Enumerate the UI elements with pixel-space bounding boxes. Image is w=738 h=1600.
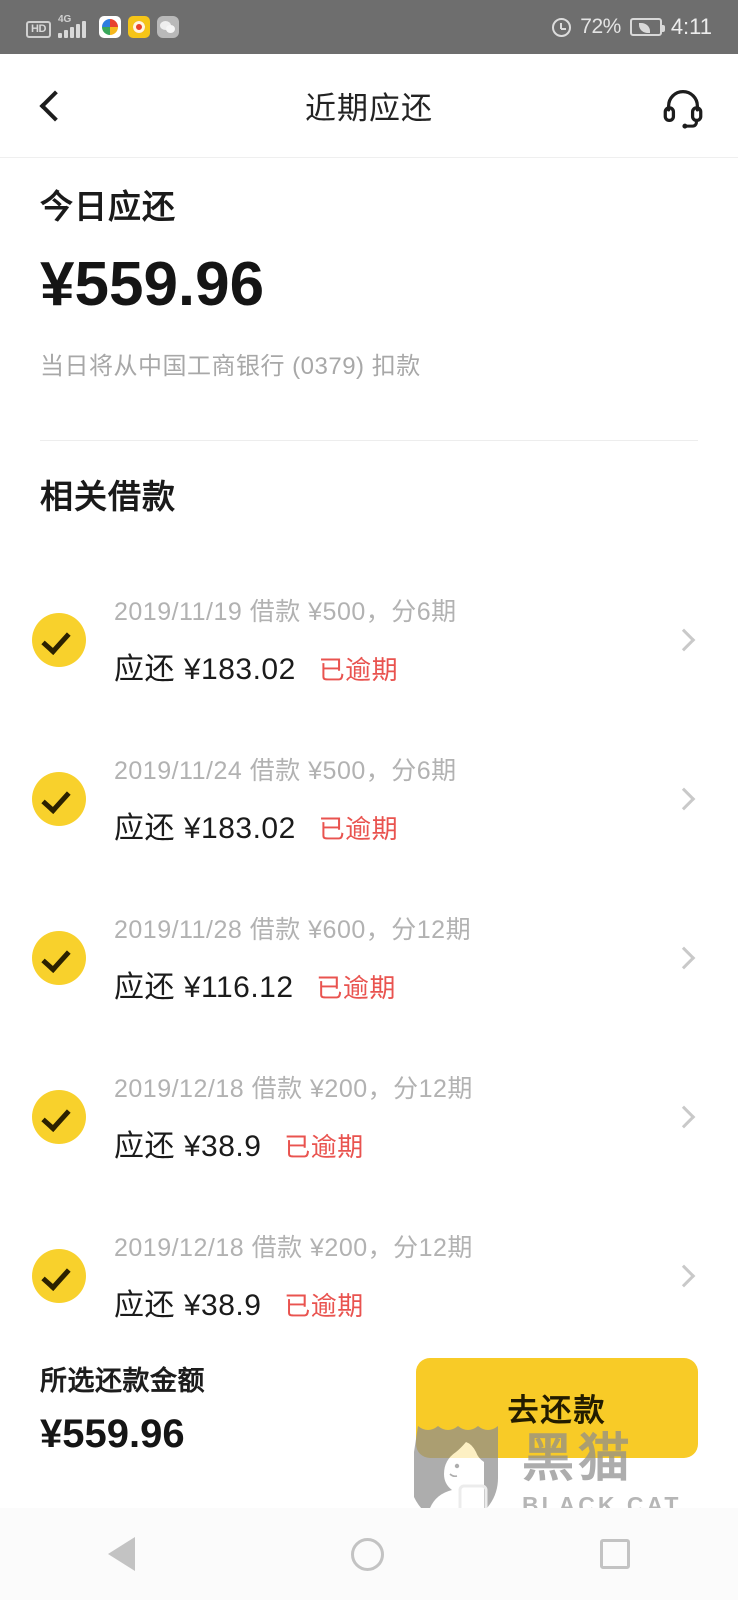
- loan-text: 2019/12/18 借款 ¥200，分12期 应还 ¥38.9 已逾期: [114, 1069, 676, 1165]
- status-bar: HD 4G 72% 4:11: [0, 0, 738, 54]
- chevron-right-icon[interactable]: [672, 946, 696, 969]
- list-item[interactable]: 2019/11/19 借款 ¥500，分6期 应还 ¥183.02 已逾期: [0, 560, 738, 719]
- today-due-block: 今日应还 ¥559.96 当日将从中国工商银行 (0379) 扣款: [0, 180, 738, 381]
- status-badge: 已逾期: [284, 1290, 364, 1321]
- loan-checkbox[interactable]: [32, 930, 86, 985]
- nav-recent-icon[interactable]: [600, 1539, 630, 1569]
- chevron-left-icon: [39, 89, 71, 122]
- loan-due-amount: 应还 ¥183.02: [114, 811, 296, 845]
- loan-text: 2019/12/18 借款 ¥200，分12期 应还 ¥38.9 已逾期: [114, 1228, 676, 1324]
- hd-icon: HD: [26, 21, 51, 38]
- network-type-label: 4G: [58, 14, 72, 25]
- deduction-note: 当日将从中国工商银行 (0379) 扣款: [40, 353, 421, 380]
- status-bar-right: 72% 4:11: [552, 14, 712, 40]
- loan-due-row: 应还 ¥38.9 已逾期: [114, 1280, 676, 1324]
- loan-due-row: 应还 ¥38.9 已逾期: [114, 1121, 676, 1165]
- loan-meta: 2019/11/24 借款 ¥500，分6期: [114, 756, 457, 785]
- wechat-icon: [157, 16, 179, 38]
- status-badge: 已逾期: [318, 813, 399, 844]
- loan-text: 2019/11/19 借款 ¥500，分6期 应还 ¥183.02 已逾期: [114, 592, 676, 688]
- status-bar-left: HD 4G: [26, 14, 179, 38]
- loan-checkbox[interactable]: [32, 1089, 86, 1144]
- selected-amount-label: 所选还款金额: [40, 1365, 205, 1396]
- status-badge: 已逾期: [316, 972, 396, 1003]
- loan-due-amount: 应还 ¥116.12: [114, 970, 294, 1004]
- clock-label: 4:11: [670, 14, 712, 39]
- loan-meta: 2019/12/18 借款 ¥200，分12期: [114, 1074, 473, 1103]
- signal-strength-icon: 4G: [58, 14, 92, 38]
- loan-meta: 2019/11/19 借款 ¥500，分6期: [114, 597, 457, 626]
- status-badge: 已逾期: [318, 654, 399, 685]
- chevron-right-icon[interactable]: [672, 1105, 696, 1128]
- battery-icon: [629, 18, 665, 36]
- loan-meta: 2019/11/28 借款 ¥600，分12期: [114, 915, 472, 944]
- loan-text: 2019/11/28 借款 ¥600，分12期 应还 ¥116.12 已逾期: [114, 910, 676, 1006]
- phone-screen: HD 4G 72% 4:11 近期应还 今日应还 ¥559.96 当日将从中国工…: [0, 0, 738, 1600]
- selected-amount-block: 所选还款金额 ¥559.96: [40, 1359, 205, 1457]
- android-nav-bar: [0, 1508, 738, 1600]
- weibo-icon: [128, 16, 150, 38]
- nav-back-icon[interactable]: [108, 1537, 135, 1571]
- list-item[interactable]: 2019/12/18 借款 ¥200，分12期 应还 ¥38.9 已逾期: [0, 1037, 738, 1196]
- loan-due-amount: 应还 ¥38.9: [114, 1288, 262, 1322]
- app-header: 近期应还: [0, 54, 738, 158]
- today-due-amount: ¥559.96: [40, 250, 265, 319]
- today-due-label: 今日应还: [40, 188, 176, 225]
- loan-due-amount: 应还 ¥38.9: [114, 1129, 262, 1163]
- chevron-right-icon[interactable]: [672, 787, 696, 810]
- selected-amount-value: ¥559.96: [40, 1411, 185, 1456]
- headset-icon: [663, 89, 703, 129]
- watermark-cn-label: 黑猫: [522, 1430, 635, 1488]
- list-item[interactable]: 2019/11/28 借款 ¥600，分12期 应还 ¥116.12 已逾期: [0, 878, 738, 1037]
- chevron-right-icon[interactable]: [672, 1264, 696, 1287]
- loan-due-amount: 应还 ¥183.02: [114, 652, 296, 686]
- loan-due-row: 应还 ¥183.02 已逾期: [114, 644, 676, 688]
- loan-checkbox[interactable]: [32, 1248, 86, 1303]
- back-button[interactable]: [0, 54, 110, 158]
- loan-checkbox[interactable]: [32, 612, 86, 667]
- loan-meta: 2019/12/18 借款 ¥200，分12期: [114, 1233, 473, 1262]
- page-title: 近期应还: [305, 91, 433, 126]
- loan-due-row: 应还 ¥183.02 已逾期: [114, 803, 676, 847]
- loan-checkbox[interactable]: [32, 771, 86, 826]
- battery-percent-label: 72%: [580, 15, 621, 38]
- nav-home-icon[interactable]: [351, 1537, 384, 1571]
- related-loans-title: 相关借款: [40, 478, 176, 515]
- loan-list: 2019/11/19 借款 ¥500，分6期 应还 ¥183.02 已逾期 20…: [0, 560, 738, 1355]
- customer-service-button[interactable]: [628, 54, 738, 158]
- watermark-text: 黑猫 BLACK CAT: [522, 1433, 681, 1519]
- photo-app-icon: [99, 16, 121, 38]
- list-item[interactable]: 2019/12/18 借款 ¥200，分12期 应还 ¥38.9 已逾期: [0, 1196, 738, 1355]
- loan-text: 2019/11/24 借款 ¥500，分6期 应还 ¥183.02 已逾期: [114, 751, 676, 847]
- loan-due-row: 应还 ¥116.12 已逾期: [114, 962, 676, 1006]
- alarm-clock-icon: [552, 17, 572, 37]
- status-badge: 已逾期: [284, 1131, 364, 1162]
- section-divider: [40, 440, 698, 441]
- list-item[interactable]: 2019/11/24 借款 ¥500，分6期 应还 ¥183.02 已逾期: [0, 719, 738, 878]
- chevron-right-icon[interactable]: [672, 628, 696, 651]
